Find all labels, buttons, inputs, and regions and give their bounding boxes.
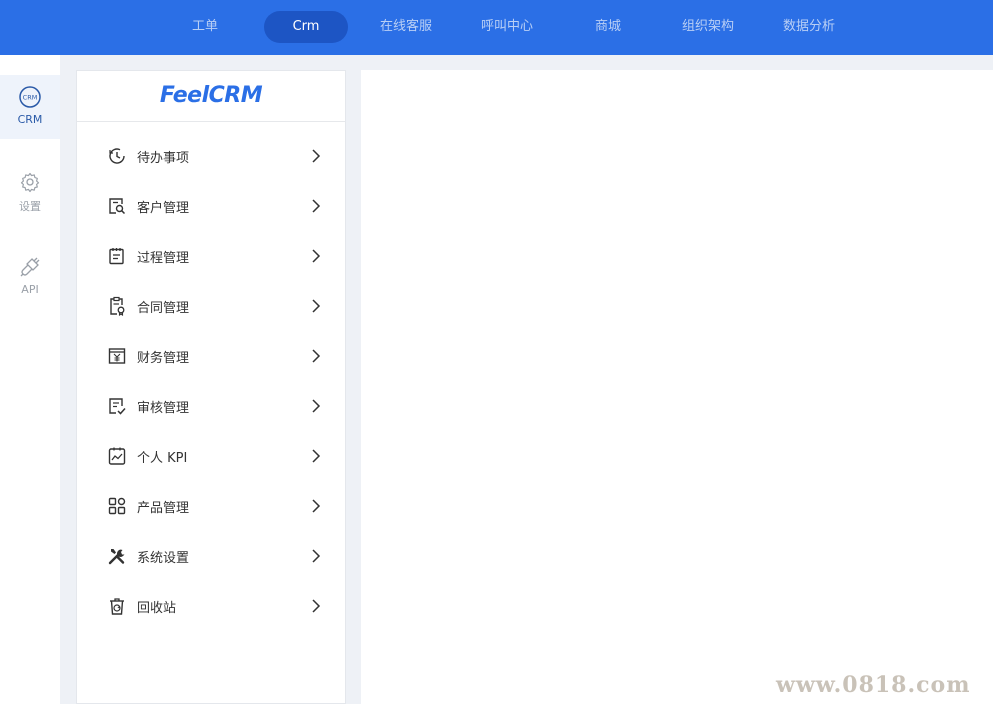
logo-feel: Feel	[159, 83, 209, 108]
contract-icon	[110, 296, 125, 316]
topnav-item-organization[interactable]: 组织架构	[666, 11, 750, 43]
brand-logo: FeelCRM	[159, 83, 263, 108]
customer-search-icon	[109, 198, 126, 215]
main-content-area	[361, 70, 993, 704]
chevron-right-icon	[312, 599, 321, 613]
kpi-chart-icon	[108, 447, 126, 465]
menu-item-audit[interactable]: 审核管理	[77, 381, 345, 431]
menu-item-recycle-bin[interactable]: 回收站	[77, 581, 345, 631]
topnav-item-crm[interactable]: Crm	[264, 11, 348, 43]
audit-icon	[109, 398, 126, 415]
menu-item-label: 待办事项	[137, 151, 190, 166]
crm-menu-panel: FeelCRM 待办事项 客户管理 过程管理 合同管理 财务管理 审核管理 个人…	[76, 70, 346, 704]
menu-item-label: 财务管理	[137, 351, 190, 366]
rail-item-crm[interactable]: CRM CRM	[0, 75, 60, 139]
crm-icon: CRM	[19, 86, 41, 108]
chevron-right-icon	[312, 299, 321, 313]
watermark: www.0818.com	[776, 672, 971, 698]
menu-item-finance[interactable]: 财务管理	[77, 331, 345, 381]
gear-icon	[20, 172, 40, 193]
left-icon-rail: CRM CRM 设置 API	[0, 55, 60, 704]
clock-icon	[109, 148, 125, 164]
recycle-bin-icon	[110, 598, 124, 615]
menu-item-label: 产品管理	[137, 501, 190, 516]
finance-yen-icon	[108, 348, 126, 364]
menu-item-label: 过程管理	[137, 251, 190, 266]
topnav-item-workorder[interactable]: 工单	[163, 11, 247, 43]
topnav-item-call-center[interactable]: 呼叫中心	[465, 11, 549, 43]
logo: FeelCRM	[77, 71, 345, 122]
chevron-right-icon	[312, 449, 321, 463]
menu-item-customer[interactable]: 客户管理	[77, 181, 345, 231]
rail-item-label: 设置	[19, 200, 41, 213]
notepad-icon	[109, 248, 124, 265]
menu-item-label: 回收站	[137, 601, 177, 616]
tools-icon	[108, 549, 125, 565]
rail-item-label: CRM	[17, 113, 43, 126]
menu-item-label: 合同管理	[137, 301, 190, 316]
topnav-item-online-service[interactable]: 在线客服	[364, 11, 448, 43]
chevron-right-icon	[312, 149, 321, 163]
menu-item-label: 审核管理	[137, 401, 190, 416]
chevron-right-icon	[312, 249, 321, 263]
chevron-right-icon	[312, 549, 321, 563]
logo-crm: CRM	[208, 83, 263, 108]
menu-item-product[interactable]: 产品管理	[77, 481, 345, 531]
menu-item-kpi[interactable]: 个人 KPI	[77, 431, 345, 481]
menu-item-todo[interactable]: 待办事项	[77, 131, 345, 181]
rail-item-settings[interactable]: 设置	[0, 160, 60, 224]
rail-item-api[interactable]: API	[0, 245, 60, 309]
chevron-right-icon	[312, 399, 321, 413]
topnav-item-mall[interactable]: 商城	[566, 11, 650, 43]
menu-item-label: 客户管理	[137, 201, 190, 216]
product-grid-icon	[108, 497, 126, 515]
chevron-right-icon	[312, 349, 321, 363]
menu-item-contract[interactable]: 合同管理	[77, 281, 345, 331]
menu-item-label: 个人 KPI	[137, 451, 188, 466]
rail-item-label: API	[21, 283, 39, 296]
menu-item-label: 系统设置	[137, 551, 190, 566]
chevron-right-icon	[312, 199, 321, 213]
topnav-item-data-analysis[interactable]: 数据分析	[767, 11, 851, 43]
plug-icon	[20, 257, 40, 277]
chevron-right-icon	[312, 499, 321, 513]
svg-text:CRM: CRM	[23, 94, 38, 102]
top-navigation-bar: 工单 Crm 在线客服 呼叫中心 商城 组织架构 数据分析	[0, 0, 993, 55]
menu-item-process[interactable]: 过程管理	[77, 231, 345, 281]
menu-item-system-settings[interactable]: 系统设置	[77, 531, 345, 581]
